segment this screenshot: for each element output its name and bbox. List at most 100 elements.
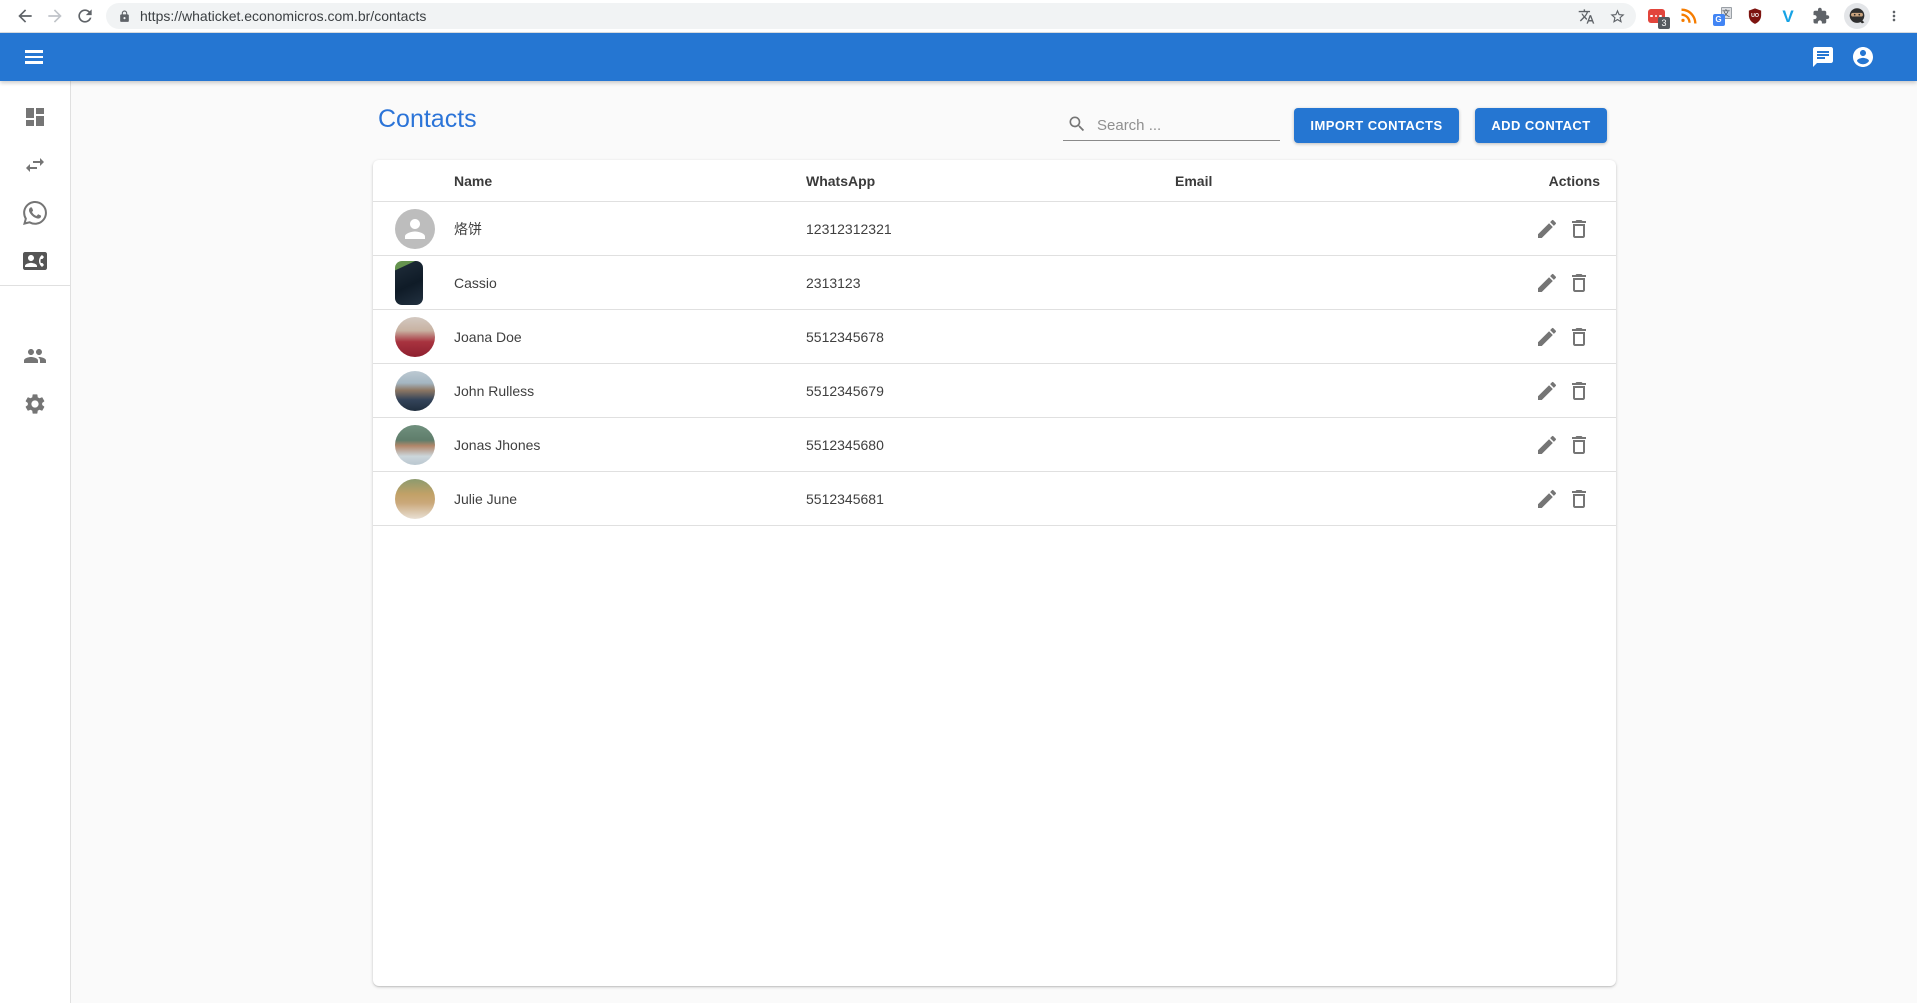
sidebar-item-contacts[interactable] xyxy=(0,237,70,285)
contact-whatsapp: 2313123 xyxy=(806,275,1175,291)
main-content: Contacts IMPORT CONTACTS ADD CONTACT Nam… xyxy=(71,81,1917,1003)
avatar-cell xyxy=(373,317,454,357)
person-icon xyxy=(400,214,430,244)
row-actions xyxy=(1535,433,1616,457)
row-actions xyxy=(1535,379,1616,403)
avatar-cell xyxy=(373,425,454,465)
delete-trash-icon xyxy=(1567,433,1591,457)
contact-whatsapp: 5512345681 xyxy=(806,491,1175,507)
sidebar xyxy=(0,81,71,1003)
delete-trash-icon xyxy=(1567,217,1591,241)
extension-area: 3 文 G UO V xyxy=(1646,1,1905,31)
row-actions xyxy=(1535,217,1616,241)
browser-profile-avatar[interactable] xyxy=(1844,3,1870,29)
edit-contact-button[interactable] xyxy=(1535,433,1559,457)
forward-arrow-icon xyxy=(45,6,65,26)
v-glyph: V xyxy=(1782,8,1793,25)
search-input[interactable] xyxy=(1097,117,1247,134)
lock-icon xyxy=(118,10,131,23)
avatar-cell xyxy=(373,261,454,305)
reload-icon xyxy=(75,6,95,26)
contact-name: Julie June xyxy=(454,491,806,507)
edit-contact-button[interactable] xyxy=(1535,271,1559,295)
chat-icon xyxy=(1811,45,1835,69)
table-row: John Rulless 5512345679 xyxy=(373,364,1616,418)
browser-menu-button[interactable] xyxy=(1883,1,1905,31)
red-dots-extension-icon[interactable]: 3 xyxy=(1646,6,1666,26)
rss-icon[interactable] xyxy=(1679,6,1699,26)
edit-contact-button[interactable] xyxy=(1535,325,1559,349)
header-name: Name xyxy=(454,173,806,189)
edit-pencil-icon xyxy=(1535,433,1559,457)
delete-contact-button[interactable] xyxy=(1567,379,1591,403)
delete-trash-icon xyxy=(1567,325,1591,349)
delete-contact-button[interactable] xyxy=(1567,433,1591,457)
edit-pencil-icon xyxy=(1535,217,1559,241)
table-row: Jonas Jhones 5512345680 xyxy=(373,418,1616,472)
delete-contact-button[interactable] xyxy=(1567,325,1591,349)
contact-phone-icon xyxy=(23,249,47,273)
settings-gear-icon xyxy=(23,392,47,416)
contact-whatsapp: 5512345680 xyxy=(806,437,1175,453)
header-actions: Actions xyxy=(1535,173,1616,189)
contact-name: John Rulless xyxy=(454,383,806,399)
contact-avatar xyxy=(395,209,435,249)
sidebar-item-tickets[interactable] xyxy=(0,189,70,237)
contacts-table-card: Name WhatsApp Email Actions 烙饼 123123123… xyxy=(373,160,1616,986)
delete-contact-button[interactable] xyxy=(1567,271,1591,295)
delete-contact-button[interactable] xyxy=(1567,217,1591,241)
dashboard-icon xyxy=(23,105,47,129)
ublock-origin-icon[interactable]: UO xyxy=(1745,6,1765,26)
contact-avatar xyxy=(395,425,435,465)
puzzle-extensions-icon[interactable] xyxy=(1811,6,1831,26)
search-field[interactable] xyxy=(1063,111,1280,141)
google-translate-extension-icon[interactable]: 文 G xyxy=(1712,6,1732,26)
address-bar[interactable]: https://whaticket.economicros.com.br/con… xyxy=(106,3,1636,29)
swap-arrows-icon xyxy=(23,153,47,177)
shield-glyph: UO xyxy=(1746,7,1764,25)
contact-name: 烙饼 xyxy=(454,219,806,239)
delete-contact-button[interactable] xyxy=(1567,487,1591,511)
contact-whatsapp: 5512345679 xyxy=(806,383,1175,399)
sidebar-item-connections[interactable] xyxy=(0,141,70,189)
browser-toolbar: https://whaticket.economicros.com.br/con… xyxy=(0,0,1917,33)
sidebar-item-users[interactable] xyxy=(0,332,70,380)
edit-contact-button[interactable] xyxy=(1535,487,1559,511)
vimeo-v-icon[interactable]: V xyxy=(1778,6,1798,26)
translate-glyph: 文 G xyxy=(1713,7,1732,26)
sidebar-item-dashboard[interactable] xyxy=(0,93,70,141)
table-row: Joana Doe 5512345678 xyxy=(373,310,1616,364)
edit-pencil-icon xyxy=(1535,379,1559,403)
add-contact-button[interactable]: ADD CONTACT xyxy=(1475,108,1607,143)
rss-glyph xyxy=(1680,7,1698,25)
edit-contact-button[interactable] xyxy=(1535,379,1559,403)
contact-avatar xyxy=(395,479,435,519)
contact-whatsapp: 12312312321 xyxy=(806,221,1175,237)
header-whatsapp: WhatsApp xyxy=(806,173,1175,189)
edit-pencil-icon xyxy=(1535,487,1559,511)
translate-page-icon[interactable] xyxy=(1578,8,1595,25)
kebab-menu-icon xyxy=(1886,8,1902,24)
svg-text:UO: UO xyxy=(1751,13,1759,19)
browser-reload-button[interactable] xyxy=(70,1,100,31)
import-contacts-button[interactable]: IMPORT CONTACTS xyxy=(1294,108,1459,143)
avatar-cell xyxy=(373,479,454,519)
account-menu-button[interactable] xyxy=(1843,37,1883,77)
bookmark-star-icon[interactable] xyxy=(1609,8,1626,25)
sidebar-gap xyxy=(0,286,70,332)
edit-pencil-icon xyxy=(1535,325,1559,349)
back-arrow-icon xyxy=(15,6,35,26)
contact-whatsapp: 5512345678 xyxy=(806,329,1175,345)
edit-contact-button[interactable] xyxy=(1535,217,1559,241)
header-email: Email xyxy=(1175,173,1535,189)
browser-forward-button[interactable] xyxy=(40,1,70,31)
table-body: 烙饼 12312312321 Cassio 2313123 xyxy=(373,202,1616,526)
ninja-avatar-icon xyxy=(1846,5,1868,27)
browser-back-button[interactable] xyxy=(10,1,40,31)
translate-g: G xyxy=(1713,14,1725,26)
sidebar-item-settings[interactable] xyxy=(0,380,70,428)
menu-button[interactable] xyxy=(16,39,52,75)
contact-name: Joana Doe xyxy=(454,329,806,345)
puzzle-glyph xyxy=(1812,7,1830,25)
messages-button[interactable] xyxy=(1803,37,1843,77)
